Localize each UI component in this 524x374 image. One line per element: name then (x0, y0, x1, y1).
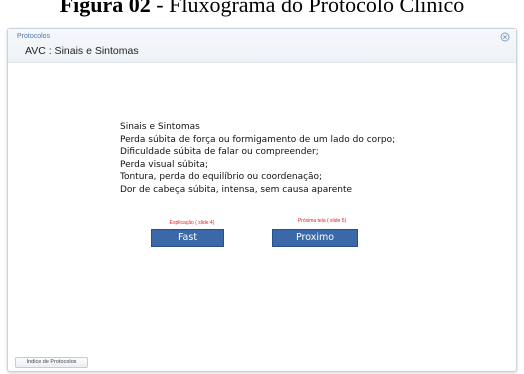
protocol-index-button[interactable]: Indice de Protocolos (15, 357, 88, 368)
window-header: Protocolos AVC : Sinais e Sintomas (8, 29, 516, 63)
symptom-line: Tontura, perda do equilíbrio ou coordena… (120, 172, 323, 182)
fast-hint: Explicação ( slide 4) (169, 220, 215, 226)
figure-caption: Figura 02 - Fluxograma do Protocolo Clín… (0, 0, 524, 18)
next-hint: Próxima tela ( slide 5) (297, 218, 347, 224)
close-icon[interactable] (500, 32, 510, 42)
app-title: Protocolos (17, 33, 51, 40)
symptom-line: Dificuldade súbita de falar ou compreend… (120, 147, 319, 157)
symptom-line: Perda visual súbita; (120, 159, 209, 170)
symptom-line: Dor de cabeça súbita, intensa, sem causa… (120, 184, 353, 195)
symptom-line: Perda súbita de força ou formigamento de… (120, 134, 396, 145)
next-button[interactable]: Proximo (272, 229, 358, 247)
screen-title: AVC : Sinais e Sintomas (25, 45, 139, 57)
protocol-window: Protocolos AVC : Sinais e Sintomas Sinai… (7, 28, 517, 372)
fast-button[interactable]: Fast (151, 229, 224, 247)
symptoms-heading: Sinais e Sintomas (120, 122, 200, 132)
figure-caption-label: Figura 02 (59, 0, 151, 17)
symptoms-text: Sinais e Sintomas Perda súbita de força … (120, 121, 395, 196)
figure-caption-text: - Fluxograma do Protocolo Clínico (150, 0, 465, 17)
